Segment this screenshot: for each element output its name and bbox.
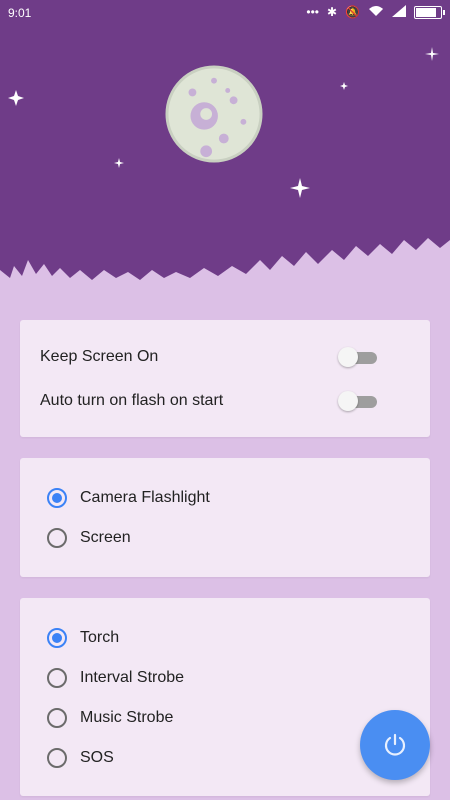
power-icon bbox=[384, 733, 406, 756]
star-icon bbox=[340, 82, 348, 90]
interval-strobe-radio[interactable] bbox=[47, 668, 67, 688]
moon-illustration bbox=[165, 65, 263, 163]
torch-radio[interactable] bbox=[47, 628, 67, 648]
screen-radio[interactable] bbox=[47, 528, 67, 548]
keep-screen-on-row[interactable]: Keep Screen On bbox=[40, 342, 410, 372]
interval-strobe-label[interactable]: Interval Strobe bbox=[80, 669, 184, 687]
music-strobe-radio[interactable] bbox=[47, 708, 67, 728]
star-icon bbox=[290, 178, 310, 198]
star-icon bbox=[425, 47, 439, 61]
auto-flash-label: Auto turn on flash on start bbox=[40, 392, 224, 409]
sos-radio[interactable] bbox=[47, 748, 67, 768]
sos-label[interactable]: SOS bbox=[80, 749, 114, 767]
keep-screen-on-toggle[interactable] bbox=[338, 347, 378, 367]
keep-screen-on-label: Keep Screen On bbox=[40, 348, 159, 365]
star-icon bbox=[114, 158, 124, 168]
auto-flash-toggle[interactable] bbox=[338, 391, 378, 411]
light-source-card: Camera Flashlight Screen bbox=[20, 458, 430, 577]
music-strobe-label[interactable]: Music Strobe bbox=[80, 709, 173, 727]
camera-flashlight-radio[interactable] bbox=[47, 488, 67, 508]
auto-flash-row[interactable]: Auto turn on flash on start bbox=[40, 386, 410, 416]
power-button[interactable] bbox=[360, 710, 430, 780]
camera-flashlight-label[interactable]: Camera Flashlight bbox=[80, 489, 210, 507]
header-illustration: 9:01 ••• ✱ 🔕 bbox=[0, 0, 450, 300]
torch-label[interactable]: Torch bbox=[80, 629, 119, 647]
settings-card: Keep Screen On Auto turn on flash on sta… bbox=[20, 320, 430, 437]
screen-label[interactable]: Screen bbox=[80, 529, 131, 547]
grass-silhouette bbox=[0, 238, 450, 300]
